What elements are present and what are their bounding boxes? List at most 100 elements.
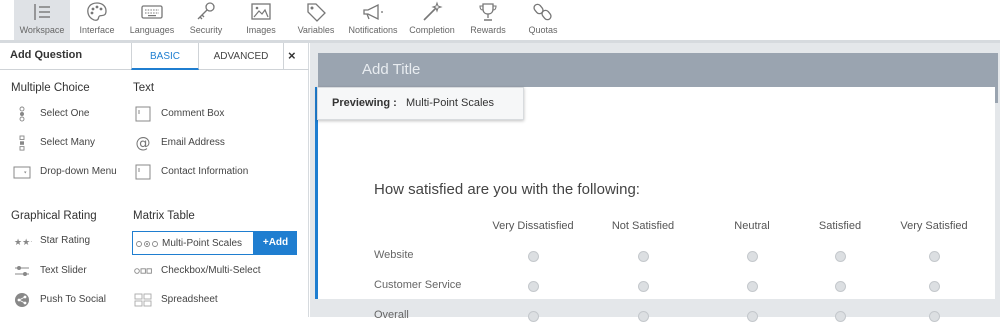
item-select-one[interactable]: Select One <box>12 105 122 123</box>
toolbar-label: Completion <box>409 25 455 35</box>
category-graphical-rating: Graphical Rating <box>11 210 97 222</box>
star-rating-icon: ★★☆ <box>14 238 32 248</box>
svg-text:@: @ <box>136 135 151 151</box>
toolbar-label: Workspace <box>19 25 65 35</box>
column-header: Satisfied <box>818 220 862 232</box>
toolbar-variables[interactable]: Variables <box>294 0 338 40</box>
multi-point-icon <box>136 241 158 247</box>
spreadsheet-icon <box>134 293 152 307</box>
toolbar-label: Interface <box>79 25 115 35</box>
svg-text:★★☆: ★★☆ <box>14 238 32 248</box>
radio-button[interactable] <box>929 251 940 262</box>
radio-button[interactable] <box>747 251 758 262</box>
radio-button[interactable] <box>528 251 539 262</box>
add-button[interactable]: +Add <box>254 231 297 255</box>
slider-icon <box>15 266 29 276</box>
toolbar-label: Languages <box>129 25 175 35</box>
megaphone-icon <box>363 3 383 21</box>
row-label: Website <box>374 249 414 261</box>
tab-advanced[interactable]: ADVANCED <box>199 43 284 70</box>
item-comment-box[interactable]: Comment Box <box>133 105 253 123</box>
text-box-icon <box>135 106 151 122</box>
tag-icon <box>307 3 326 22</box>
item-label: Drop-down Menu <box>40 166 117 177</box>
close-icon[interactable]: × <box>288 48 296 63</box>
item-label: Text Slider <box>40 265 87 276</box>
category-text: Text <box>133 82 155 94</box>
share-icon <box>15 293 29 307</box>
item-dropdown-menu[interactable]: Drop-down Menu <box>12 163 127 181</box>
toolbar-label: Notifications <box>348 25 398 35</box>
previewing-key: Previewing : <box>332 97 397 109</box>
checkbox-list-icon <box>19 135 25 151</box>
item-label: Contact Information <box>161 166 249 177</box>
panel-header: Add Question BASIC ADVANCED × <box>0 43 309 70</box>
item-label: Push To Social <box>40 294 106 305</box>
toolbar-rewards[interactable]: Rewards <box>466 0 510 40</box>
toolbar-completion[interactable]: Completion <box>406 0 458 40</box>
toolbar-images[interactable]: Images <box>240 0 282 40</box>
item-contact-information[interactable]: Contact Information <box>133 163 273 181</box>
toolbar-label: Quotas <box>528 25 558 35</box>
radio-button[interactable] <box>638 251 649 262</box>
list-icon <box>34 4 50 20</box>
previewing-label: Previewing : Multi-Point Scales <box>317 87 524 120</box>
toolbar-security[interactable]: Security <box>184 0 228 40</box>
keyboard-icon <box>141 5 163 19</box>
toolbar-label: Security <box>189 25 223 35</box>
question-text: How satisfied are you with the following… <box>374 181 640 198</box>
key-icon <box>197 2 215 20</box>
toolbar-notifications[interactable]: Notifications <box>345 0 401 40</box>
toolbar-quotas[interactable]: Quotas <box>522 0 564 40</box>
row-label: Customer Service <box>374 279 462 291</box>
radio-button[interactable] <box>747 281 758 292</box>
checkbox-grid-icon <box>134 268 152 274</box>
add-title-placeholder[interactable]: Add Title <box>362 61 420 78</box>
column-header: Not Satisfied <box>611 220 675 232</box>
category-multiple-choice: Multiple Choice <box>11 82 90 94</box>
radio-button[interactable] <box>929 281 940 292</box>
item-spreadsheet[interactable]: Spreadsheet <box>133 291 253 309</box>
item-checkbox-multi-select[interactable]: Checkbox/Multi-Select <box>133 262 283 280</box>
item-push-to-social[interactable]: Push To Social <box>12 291 122 309</box>
toolbar-workspace[interactable]: Workspace <box>14 0 70 40</box>
item-label: Email Address <box>161 137 225 148</box>
column-header: Very Dissatisfied <box>492 220 574 232</box>
item-multi-point-scales[interactable]: Multi-Point Scales <box>132 231 254 255</box>
item-label: Multi-Point Scales <box>162 238 243 249</box>
category-matrix-table: Matrix Table <box>133 210 195 222</box>
image-icon <box>251 3 271 20</box>
item-email-address[interactable]: @ Email Address <box>133 134 253 152</box>
column-header: Neutral <box>734 220 770 232</box>
panel-title: Add Question <box>10 49 83 61</box>
toolbar-label: Images <box>246 25 276 35</box>
item-label: Spreadsheet <box>161 294 218 305</box>
item-text-slider[interactable]: Text Slider <box>12 262 122 280</box>
toolbar-label: Rewards <box>470 25 506 35</box>
radio-list-icon <box>19 106 25 122</box>
trophy-icon <box>479 3 497 21</box>
previewing-value: Multi-Point Scales <box>406 97 495 109</box>
row-label: Overall <box>374 309 409 321</box>
add-question-panel: Add Question BASIC ADVANCED × Multiple C… <box>0 43 309 317</box>
text-box-icon <box>135 164 151 180</box>
radio-button[interactable] <box>528 281 539 292</box>
radio-button[interactable] <box>835 281 846 292</box>
item-label: Select Many <box>40 137 96 148</box>
toolbar-languages[interactable]: Languages <box>126 0 178 40</box>
palette-icon <box>87 2 107 21</box>
item-label: Comment Box <box>161 108 225 119</box>
item-select-many[interactable]: Select Many <box>12 134 122 152</box>
item-label: Star Rating <box>40 235 91 246</box>
at-sign-icon: @ <box>136 135 151 151</box>
tab-basic[interactable]: BASIC <box>131 43 199 70</box>
toolbar-interface[interactable]: Interface <box>72 0 122 40</box>
radio-button[interactable] <box>638 281 649 292</box>
item-label: Checkbox/Multi-Select <box>161 265 261 276</box>
link-icon <box>533 3 552 21</box>
item-label: Select One <box>40 108 90 119</box>
dropdown-icon <box>13 166 31 179</box>
radio-button[interactable] <box>835 251 846 262</box>
item-star-rating[interactable]: ★★☆ Star Rating <box>12 232 122 250</box>
toolbar-label: Variables <box>297 25 335 35</box>
